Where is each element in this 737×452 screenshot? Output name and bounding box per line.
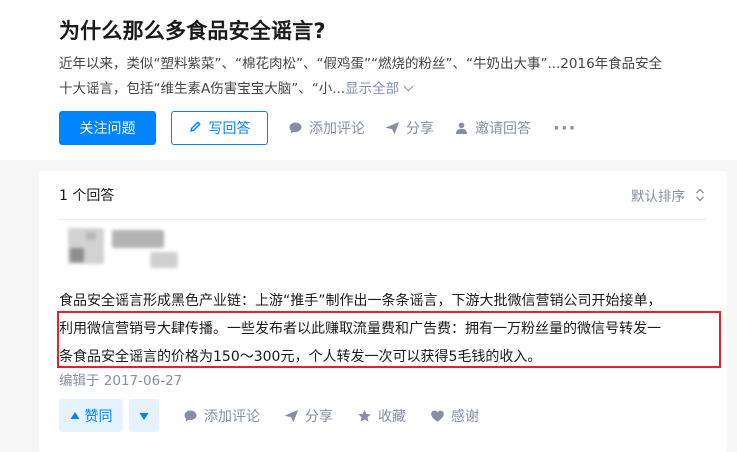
follow-question-button[interactable]: 关注问题	[59, 111, 156, 145]
thanks-label: 感谢	[451, 408, 479, 425]
question-detail-line: 近年以来，类似“塑料紫菜”、“棉花肉松”、“假鸡蛋”“燃烧的粉丝”、“牛奶出大事…	[59, 56, 663, 72]
answer-count: 1 个回答	[59, 188, 115, 204]
downvote-button[interactable]	[129, 399, 159, 432]
question-detail-text: 十大谣言，包括“维生素A伤害宝宝大脑”、“小...	[59, 81, 346, 97]
upvote-label: 赞同	[84, 408, 113, 425]
highlight-box	[57, 311, 721, 368]
question-detail: 近年以来，类似“塑料紫菜”、“棉花肉松”、“假鸡蛋”“燃烧的粉丝”、“牛奶出大事…	[59, 52, 727, 102]
write-answer-label: 写回答	[208, 121, 251, 137]
answer-comment-label: 添加评论	[204, 408, 260, 425]
invite-answer-button[interactable]: 邀请回答	[454, 118, 531, 138]
comment-icon	[288, 121, 303, 135]
thanks-button[interactable]: 感谢	[430, 406, 479, 426]
sort-dropdown[interactable]: 默认排序	[631, 185, 705, 205]
comment-icon	[183, 409, 198, 423]
triangle-down-icon	[139, 406, 149, 425]
share-label: 分享	[406, 121, 434, 137]
avatar[interactable]	[68, 228, 106, 266]
add-comment-button[interactable]: 添加评论	[288, 118, 365, 138]
pencil-icon	[189, 120, 202, 137]
triangle-up-icon	[70, 411, 80, 420]
invite-icon	[454, 121, 469, 135]
favorite-button[interactable]: 收藏	[357, 406, 406, 426]
show-all-label[interactable]: 显示全部	[345, 81, 399, 97]
chevron-down-icon[interactable]	[403, 81, 414, 92]
answer-comment-button[interactable]: 添加评论	[183, 406, 260, 426]
share-button[interactable]: 分享	[385, 118, 434, 138]
add-comment-label: 添加评论	[309, 121, 365, 137]
question-detail-line: 十大谣言，包括“维生素A伤害宝宝大脑”、“小...显示全部	[59, 77, 727, 102]
answer-actions: 赞同 添加评论 分享 收藏 感谢	[59, 399, 479, 432]
heart-icon	[430, 409, 445, 423]
edited-time[interactable]: 编辑于 2017-06-27	[59, 369, 182, 389]
invite-answer-label: 邀请回答	[475, 121, 531, 137]
show-all-link[interactable]: 显示全部	[345, 81, 414, 97]
divider	[59, 219, 707, 220]
answer-share-button[interactable]: 分享	[284, 406, 333, 426]
favorite-label: 收藏	[378, 408, 406, 425]
more-icon[interactable]: ···	[553, 118, 577, 139]
sort-label: 默认排序	[631, 189, 685, 205]
share-icon	[284, 409, 299, 423]
question-header: 为什么那么多食品安全谣言? 近年以来，类似“塑料紫菜”、“棉花肉松”、“假鸡蛋”…	[0, 0, 737, 160]
upvote-button[interactable]: 赞同	[59, 399, 123, 432]
question-title[interactable]: 为什么那么多食品安全谣言?	[59, 15, 326, 45]
sort-icon	[695, 188, 705, 202]
star-icon	[357, 409, 372, 423]
write-answer-button[interactable]: 写回答	[171, 111, 268, 145]
question-actions: 关注问题 写回答 添加评论 分享 邀请回答 ···	[59, 111, 577, 145]
answer-share-label: 分享	[305, 408, 333, 425]
share-icon	[385, 121, 400, 135]
